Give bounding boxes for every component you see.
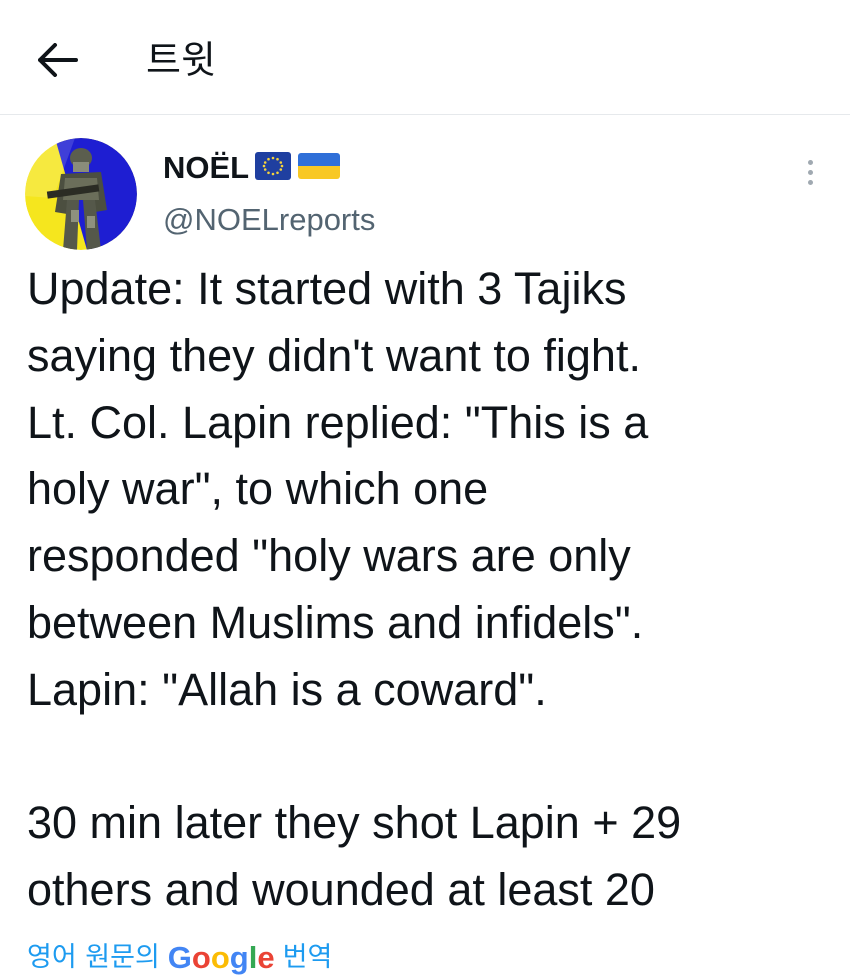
top-app-bar: 트윗 bbox=[0, 0, 850, 115]
display-name[interactable]: NOËL bbox=[163, 148, 249, 188]
arrow-left-icon bbox=[38, 43, 78, 77]
google-logo: Google bbox=[167, 940, 275, 975]
translate-tweet-link[interactable]: 영어 원문의 Google 번역 bbox=[27, 938, 332, 978]
ukraine-flag-icon bbox=[297, 152, 341, 184]
avatar[interactable] bbox=[25, 138, 137, 250]
more-options-button[interactable] bbox=[792, 152, 828, 192]
translate-suffix: 번역 bbox=[282, 942, 333, 973]
author-name-row: NOËL bbox=[163, 146, 341, 190]
more-vertical-icon bbox=[807, 157, 813, 187]
eu-flag-icon bbox=[255, 152, 292, 184]
tweet-text: Update: It started with 3 Tajiks saying … bbox=[27, 263, 682, 916]
author-handle[interactable]: @NOELreports bbox=[163, 200, 375, 240]
soldier-avatar-image bbox=[25, 138, 137, 250]
page-title: 트윗 bbox=[146, 38, 216, 82]
back-button[interactable] bbox=[30, 38, 86, 82]
translate-prefix: 영어 원문의 bbox=[27, 942, 160, 973]
